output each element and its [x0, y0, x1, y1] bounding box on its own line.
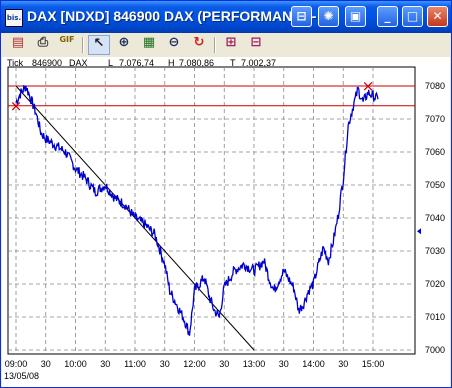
pointer-icon[interactable]: ↖: [88, 35, 110, 55]
x-tick-label: 30: [100, 359, 110, 369]
indicator-add-icon[interactable]: ⊞: [220, 35, 242, 55]
plot-frame: [7, 66, 416, 355]
y-tick-label: 7080: [425, 81, 445, 91]
marker-0[interactable]: ×: [10, 97, 23, 115]
last-value-pointer: [417, 228, 421, 235]
x-tick-label: 30: [279, 359, 289, 369]
picture-button[interactable]: ▣: [345, 6, 366, 27]
chart-area[interactable]: Tick 846900 DAX L 7.076,74 H 7.080,86 T 7.002,37…: [2, 57, 450, 387]
y-tick-label: 7040: [425, 213, 445, 223]
y-tick-label: 7060: [425, 147, 445, 157]
properties-icon[interactable]: ▤: [7, 35, 29, 55]
x-tick-label: 14:00: [302, 359, 325, 369]
x-tick-label: 15:00: [362, 359, 385, 369]
x-tick-label: 09:00: [5, 359, 28, 369]
close-button[interactable]: ✕: [427, 6, 448, 27]
toolbar-separator: [82, 37, 84, 53]
toolbar-separator: [214, 37, 216, 53]
minimize-button[interactable]: _: [377, 6, 398, 27]
x-tick-label: 30: [338, 359, 348, 369]
chart-frame-icon[interactable]: ▦: [138, 35, 160, 55]
export-gif-icon[interactable]: GIF: [56, 35, 78, 55]
tile-windows-button[interactable]: ⊟: [291, 6, 312, 27]
chart-window: bis. DAX [NDXD] 846900 DAX (PERFORMANCE-…: [0, 0, 452, 388]
x-tick-label: 11:00: [124, 359, 146, 369]
x-tick-label: 30: [160, 359, 170, 369]
y-tick-label: 7070: [425, 114, 445, 124]
date-label: 13/05/08: [4, 371, 39, 381]
y-tick-label: 7010: [425, 312, 445, 322]
y-tick-label: 7000: [425, 345, 445, 355]
zoom-out-icon[interactable]: ⊖: [163, 35, 185, 55]
settings-button[interactable]: ✺: [318, 6, 339, 27]
window-title: DAX [NDXD] 846900 DAX (PERFORMANCE-: [27, 8, 317, 24]
title-bar[interactable]: bis. DAX [NDXD] 846900 DAX (PERFORMANCE-…: [1, 1, 451, 33]
print-icon[interactable]: ⎙: [32, 35, 54, 55]
price-chart[interactable]: Tick 846900 DAX L 7.076,74 H 7.080,86 T 7.002,37…: [2, 57, 450, 387]
y-tick-label: 7020: [425, 279, 445, 289]
refresh-icon[interactable]: ↻: [188, 35, 210, 55]
maximize-button[interactable]: □: [402, 6, 423, 27]
y-tick-label: 7030: [425, 246, 445, 256]
x-tick-label: 30: [219, 359, 229, 369]
x-tick-label: 30: [41, 359, 51, 369]
x-tick-label: 13:00: [243, 359, 266, 369]
zoom-in-icon[interactable]: ⊕: [113, 35, 135, 55]
indicator-remove-icon[interactable]: ⊟: [245, 35, 267, 55]
y-tick-label: 7050: [425, 180, 445, 190]
toolbar: ▤ ⎙ GIF ↖ ⊕ ▦ ⊖ ↻ ⊞ ⊟: [2, 33, 450, 58]
marker-1[interactable]: ×: [362, 77, 375, 95]
app-icon: bis.: [5, 9, 23, 27]
x-tick-label: 12:00: [183, 359, 206, 369]
x-tick-label: 10:00: [64, 359, 87, 369]
